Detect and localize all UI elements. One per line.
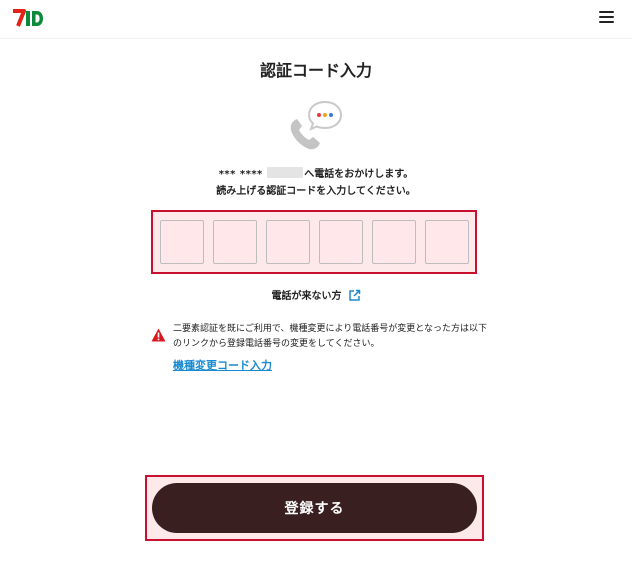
code-digit-5[interactable]	[372, 220, 416, 264]
code-digit-3[interactable]	[266, 220, 310, 264]
code-digit-4[interactable]	[319, 220, 363, 264]
seven-id-logo[interactable]	[12, 7, 46, 29]
hidden-number-block	[267, 167, 304, 178]
phone-speech-bubble-icon	[290, 100, 343, 150]
code-digit-6[interactable]	[425, 220, 469, 264]
call-notice-text: へ電話をおかけします。	[304, 169, 414, 180]
hamburger-menu-icon[interactable]	[599, 11, 614, 25]
submit-highlight: 登録する	[145, 475, 484, 541]
call-notice-line: *** **** へ電話をおかけします。	[0, 165, 632, 180]
code-digit-2[interactable]	[213, 220, 257, 264]
warning-icon	[151, 328, 166, 342]
no-call-label: 電話が来ない方	[271, 291, 342, 302]
page-title: 認証コード入力	[259, 61, 372, 80]
app-header	[0, 0, 632, 39]
device-change-code-link[interactable]: 機種変更コード入力	[173, 357, 272, 373]
register-button[interactable]: 登録する	[152, 483, 477, 533]
device-change-notice: 二要素認証を既にご利用で、機種変更により電話番号が変更となった方は以下のリンクか…	[173, 324, 488, 349]
code-digit-1[interactable]	[160, 220, 204, 264]
instruction-text: 読み上げる認証コードを入力してください。	[216, 186, 416, 197]
code-input-group	[151, 210, 477, 274]
no-call-help: 電話が来ない方	[0, 287, 632, 302]
no-call-link[interactable]: 電話が来ない方	[271, 289, 361, 302]
external-link-icon	[348, 289, 360, 301]
masked-phone-number: *** ****	[218, 169, 263, 180]
